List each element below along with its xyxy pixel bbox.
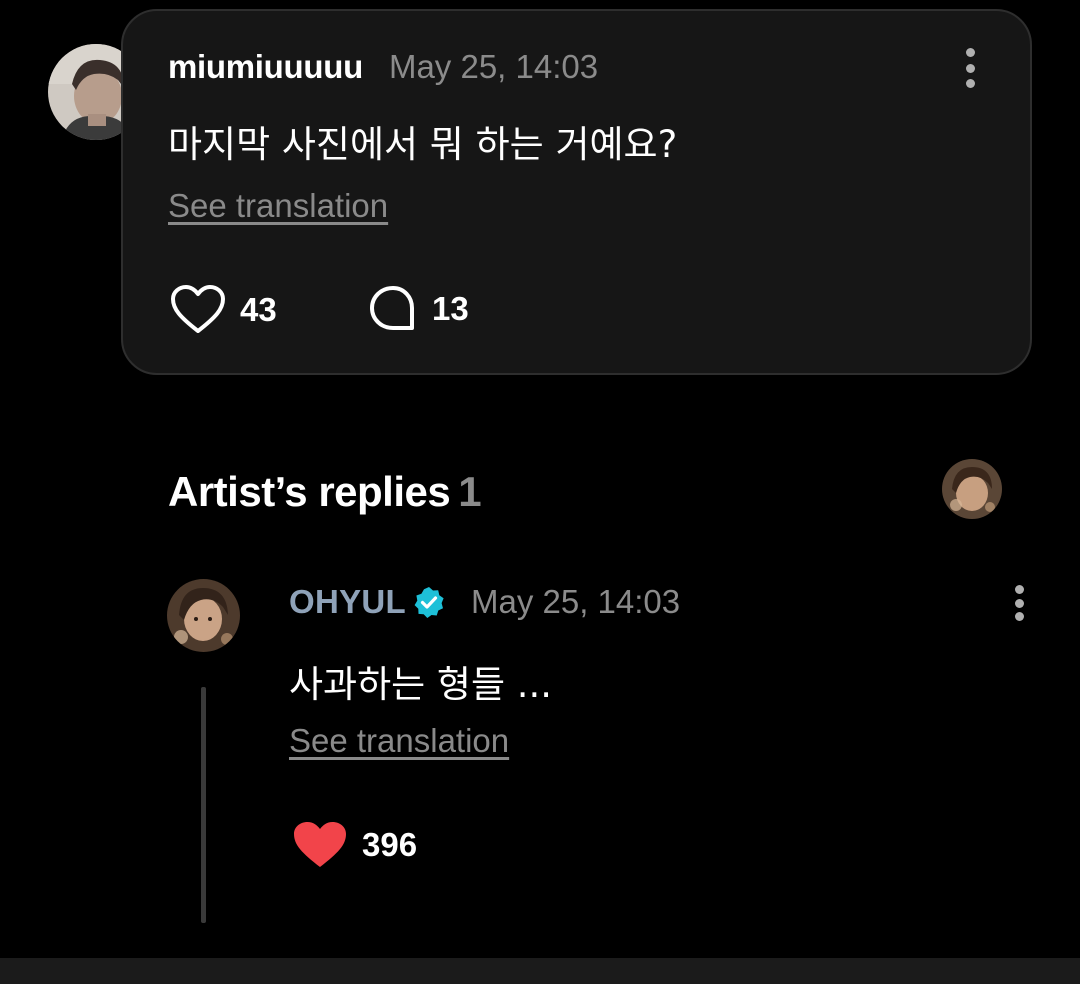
fan-reply-button[interactable]: 13 <box>368 284 469 334</box>
artist-reply-header: OHYUL May 25, 14:03 <box>289 583 680 621</box>
heart-filled-icon <box>294 822 346 867</box>
fan-comment-header: miumiuuuuu May 25, 14:03 <box>168 48 598 86</box>
verified-badge-icon <box>414 587 444 618</box>
fan-reply-count: 13 <box>432 290 469 327</box>
artist-see-translation-link[interactable]: See translation <box>289 722 509 760</box>
artist-like-count: 396 <box>362 826 418 863</box>
fan-comment-more-options-icon[interactable] <box>958 48 982 88</box>
bottom-bar <box>0 958 1080 984</box>
artist-reply-timestamp: May 25, 14:03 <box>471 583 681 620</box>
artist-replies-count: 1 <box>458 468 482 515</box>
fan-like-count: 43 <box>240 291 277 328</box>
fan-username[interactable]: miumiuuuuu <box>168 48 363 86</box>
artist-name[interactable]: OHYUL <box>289 583 406 621</box>
artist-reply-more-options-icon[interactable] <box>1007 585 1031 621</box>
artist-replies-title: Artist’s replies <box>168 468 451 515</box>
thread-line <box>201 687 206 923</box>
artist-replies-heading: Artist’s replies 1 <box>168 468 482 516</box>
artist-like-button[interactable]: 396 <box>292 820 417 870</box>
fan-comment-timestamp: May 25, 14:03 <box>388 48 599 85</box>
artist-replies-avatar[interactable] <box>942 459 1002 519</box>
heart-outline-icon <box>171 285 225 333</box>
fan-like-button[interactable]: 43 <box>170 284 277 336</box>
artist-avatar[interactable] <box>167 579 240 652</box>
fan-comment-text: 마지막 사진에서 뭐 하는 거예요? <box>168 123 678 166</box>
fan-see-translation-link[interactable]: See translation <box>168 187 388 225</box>
comment-bubble-icon <box>370 286 414 330</box>
comment-thread-page: miumiuuuuu May 25, 14:03 마지막 사진에서 뭐 하는 거… <box>0 0 1080 984</box>
artist-reply-text: 사과하는 형들 ... <box>289 663 553 706</box>
